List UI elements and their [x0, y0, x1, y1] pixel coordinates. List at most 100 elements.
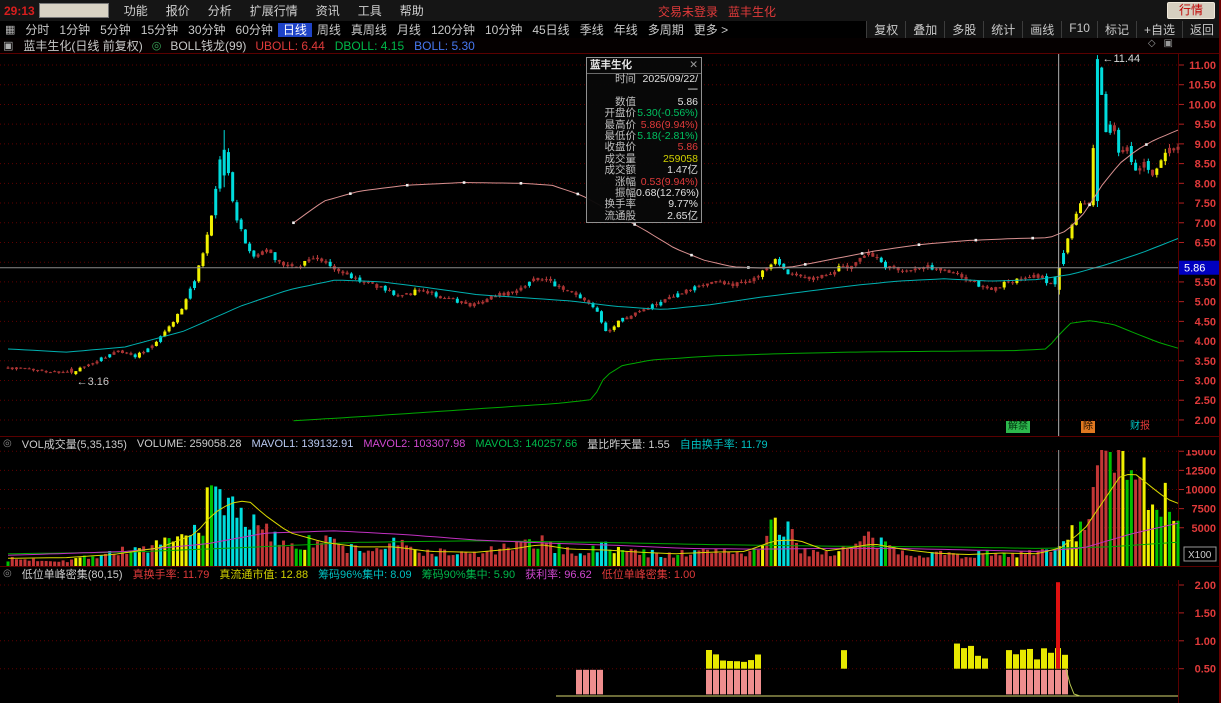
svg-text:5.50: 5.50 — [1195, 277, 1216, 289]
period-tab-3[interactable]: 15分钟 — [136, 23, 183, 37]
svg-text:←11.44: ←11.44 — [1102, 53, 1140, 65]
vol-header-seg-4: MAVOL3: 140257.66 — [475, 438, 577, 450]
indicator-value-1: DBOLL: 4.15 — [335, 39, 404, 53]
svg-text:9.50: 9.50 — [1195, 119, 1216, 131]
period-tabs: 分时1分钟5分钟15分钟30分钟60分钟日线周线真周线月线120分钟10分钟45… — [20, 21, 733, 38]
svg-text:8.50: 8.50 — [1195, 159, 1216, 171]
period-tab-14[interactable]: 年线 — [609, 23, 643, 37]
tooltip-row-label: 开盘价 — [590, 108, 636, 119]
toolbar-button-5[interactable]: F10 — [1061, 21, 1097, 38]
period-tab-16[interactable]: 更多 > — [689, 23, 733, 37]
tooltip-row-label: 流通股 — [590, 211, 636, 222]
toolbar-buttons: 复权叠加多股统计画线F10标记+自选返回 — [866, 21, 1221, 38]
panes-icon[interactable]: ▣ — [1164, 38, 1173, 49]
svg-text:7.00: 7.00 — [1195, 218, 1216, 230]
svg-text:0.50: 0.50 — [1195, 664, 1216, 676]
trade-status: 交易未登录 蓝丰生化 — [658, 3, 776, 20]
menu-item-2[interactable]: 分析 — [199, 4, 241, 18]
svg-text:3.00: 3.00 — [1195, 376, 1216, 388]
toolbar-button-1[interactable]: 叠加 — [905, 21, 944, 38]
period-tab-10[interactable]: 120分钟 — [426, 23, 480, 37]
period-tab-11[interactable]: 10分钟 — [480, 23, 527, 37]
toolbar-button-7[interactable]: +自选 — [1136, 21, 1182, 38]
period-tab-9[interactable]: 月线 — [392, 23, 426, 37]
tooltip-row-value: 5.30(-0.56%) — [636, 108, 698, 119]
quote-button[interactable]: 行情 — [1167, 2, 1215, 19]
svg-text:9.00: 9.00 — [1195, 139, 1216, 151]
vol-header-seg-3: MAVOL2: 103307.98 — [363, 438, 465, 450]
trading-terminal-window: 29:13 功能报价分析扩展行情资讯工具帮助 交易未登录 蓝丰生化 行情 ▦ 分… — [0, 0, 1221, 703]
menu-item-5[interactable]: 工具 — [349, 4, 391, 18]
svg-text:6.50: 6.50 — [1195, 237, 1216, 249]
svg-text:10.00: 10.00 — [1188, 99, 1216, 111]
tooltip-row: 流通股2.65亿 — [587, 211, 701, 222]
quote-tooltip: 蓝丰生化 ✕ 时间2025/09/22/一数值5.86开盘价5.30(-0.56… — [586, 57, 702, 223]
tooltip-row-label: 时间 — [590, 74, 636, 97]
grid-icon[interactable]: ▦ — [0, 23, 20, 36]
period-tab-1[interactable]: 1分钟 — [54, 23, 95, 37]
period-tab-7[interactable]: 周线 — [312, 23, 346, 37]
diamond-icon[interactable]: ◇ — [1148, 38, 1156, 49]
indicator-circle-icon[interactable]: ◎ — [3, 438, 12, 449]
tooltip-row: 开盘价5.30(-0.56%) — [587, 108, 701, 119]
event-badge-2[interactable]: 财报 — [1128, 421, 1152, 433]
volume-pane-header: ◎ VOL成交量(5,35,135)VOLUME: 259058.28MAVOL… — [0, 436, 1221, 450]
tooltip-row: 时间2025/09/22/一 — [587, 74, 701, 97]
period-tab-6[interactable]: 日线 — [278, 23, 312, 37]
indicator-pane-header: ◎ 低位单峰密集(80,15)真换手率: 11.79真流通市值: 12.88筹码… — [0, 566, 1221, 580]
toolbar-button-3[interactable]: 统计 — [983, 21, 1022, 38]
menu-item-0[interactable]: 功能 — [115, 4, 157, 18]
tooltip-titlebar: 蓝丰生化 ✕ — [587, 58, 701, 74]
stock-title: 蓝丰生化(日线 前复权) — [23, 37, 142, 54]
stock-code-input[interactable] — [39, 3, 109, 18]
menu-item-3[interactable]: 扩展行情 — [241, 4, 307, 18]
period-tab-4[interactable]: 30分钟 — [183, 23, 230, 37]
svg-text:10.50: 10.50 — [1188, 80, 1216, 92]
svg-text:12500: 12500 — [1185, 465, 1216, 477]
window-icon: ▣ — [2, 39, 14, 52]
svg-text:2.00: 2.00 — [1195, 580, 1216, 592]
period-tab-15[interactable]: 多周期 — [643, 23, 689, 37]
indicator-name: BOLL钱龙(99) — [170, 37, 246, 54]
toolbar-button-2[interactable]: 多股 — [944, 21, 983, 38]
period-tab-0[interactable]: 分时 — [20, 23, 54, 37]
tooltip-rows: 时间2025/09/22/一数值5.86开盘价5.30(-0.56%)最高价5.… — [587, 74, 701, 222]
indicator-chart[interactable]: 2.001.501.000.50 — [0, 580, 1221, 703]
svg-text:←3.16: ←3.16 — [77, 376, 109, 388]
indicator-infobar: ▣ 蓝丰生化(日线 前复权) ◎ BOLL钱龙(99) UBOLL: 6.44 D… — [0, 38, 1221, 54]
svg-text:5.86: 5.86 — [1184, 263, 1205, 275]
period-tab-13[interactable]: 季线 — [575, 23, 609, 37]
svg-text:5000: 5000 — [1192, 523, 1216, 535]
svg-text:1.00: 1.00 — [1195, 636, 1216, 648]
period-tab-5[interactable]: 60分钟 — [231, 23, 278, 37]
event-badge-0[interactable]: 解禁 — [1006, 421, 1030, 433]
indicator-values: UBOLL: 6.44 DBOLL: 4.15 BOLL: 5.30 — [255, 39, 484, 53]
svg-text:15000: 15000 — [1185, 450, 1216, 458]
svg-text:2.00: 2.00 — [1195, 415, 1216, 427]
period-tab-12[interactable]: 45日线 — [527, 23, 574, 37]
svg-text:5.00: 5.00 — [1195, 297, 1216, 309]
tooltip-title: 蓝丰生化 — [590, 58, 632, 73]
indicator-circle-icon[interactable]: ◎ — [3, 568, 12, 579]
event-badge-1[interactable]: 除 — [1081, 421, 1095, 433]
volume-chart[interactable]: 15000125001000075005000X100 — [0, 450, 1221, 566]
menu-item-1[interactable]: 报价 — [157, 4, 199, 18]
toolbar-button-6[interactable]: 标记 — [1097, 21, 1136, 38]
close-icon[interactable]: ✕ — [689, 58, 698, 73]
indicator-value-2: BOLL: 5.30 — [414, 39, 475, 53]
vol-header-seg-2: MAVOL1: 139132.91 — [251, 438, 353, 450]
menu-item-4[interactable]: 资讯 — [307, 4, 349, 18]
svg-text:8.00: 8.00 — [1195, 178, 1216, 190]
period-tab-8[interactable]: 真周线 — [346, 23, 392, 37]
toolbar-button-4[interactable]: 画线 — [1022, 21, 1061, 38]
tooltip-row-value: 2.65亿 — [636, 211, 698, 222]
period-tab-2[interactable]: 5分钟 — [95, 23, 136, 37]
indicator-toggle-icon[interactable]: ◎ — [152, 39, 162, 52]
toolbar-button-8[interactable]: 返回 — [1182, 21, 1221, 38]
svg-text:7500: 7500 — [1192, 504, 1216, 516]
toolbar-button-0[interactable]: 复权 — [866, 21, 905, 38]
menu-item-6[interactable]: 帮助 — [391, 4, 433, 18]
indicator-value-0: UBOLL: 6.44 — [255, 39, 324, 53]
menu-items: 功能报价分析扩展行情资讯工具帮助 — [115, 2, 433, 19]
svg-text:X100: X100 — [1188, 550, 1212, 561]
